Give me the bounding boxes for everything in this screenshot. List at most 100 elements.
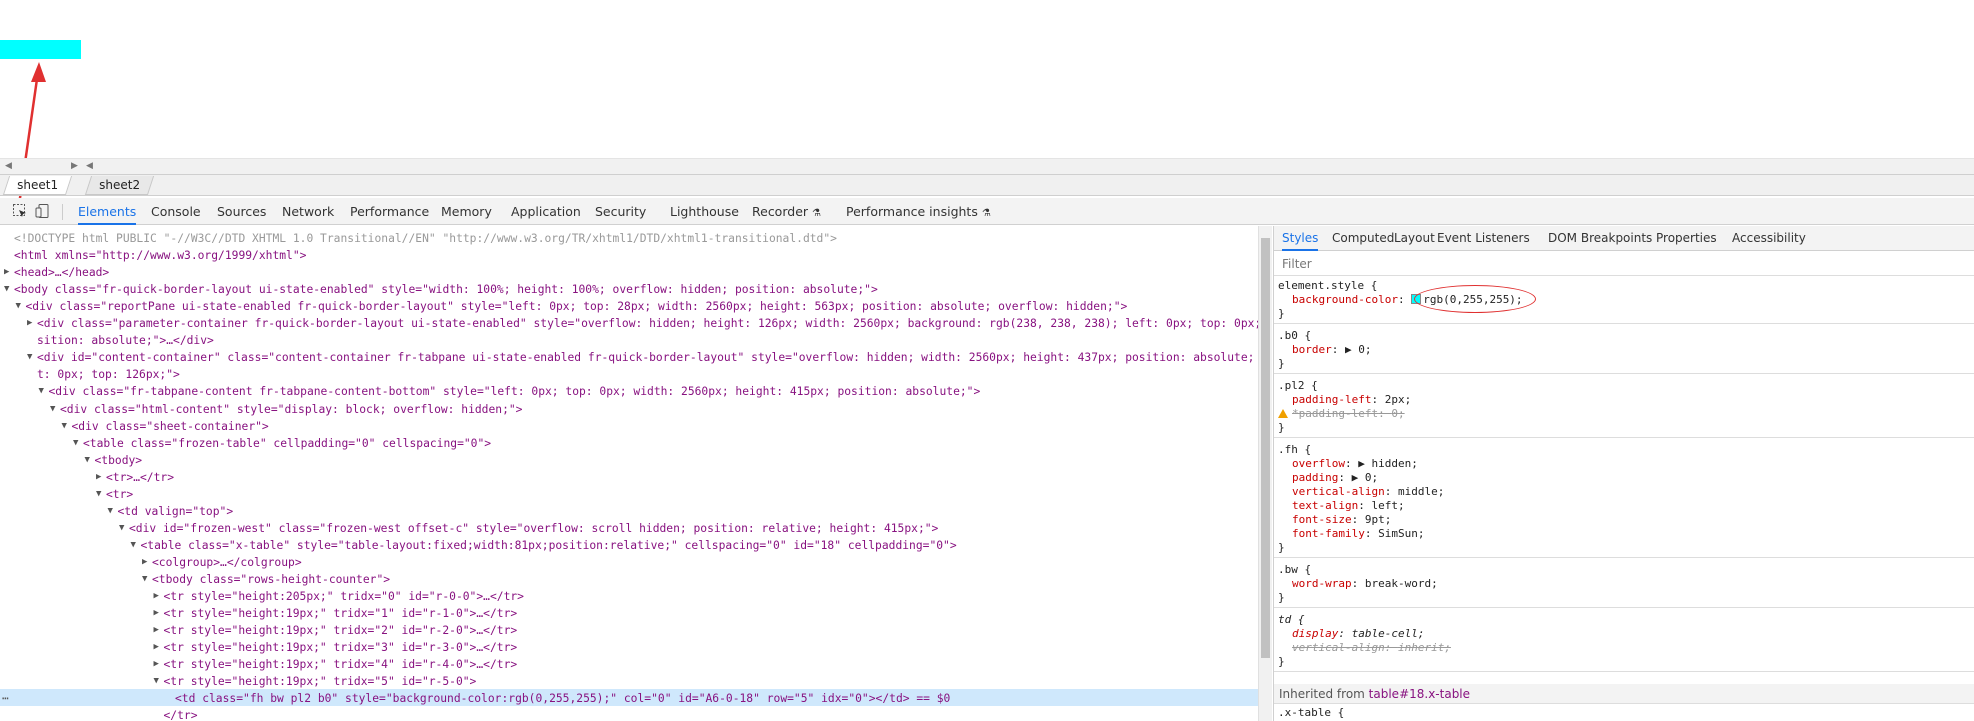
elements-scrollbar[interactable] xyxy=(1258,226,1272,721)
property-name[interactable]: background-color xyxy=(1292,293,1398,306)
property-name[interactable]: word-wrap xyxy=(1292,577,1352,590)
rule-selector[interactable]: .b0 { xyxy=(1274,329,1974,343)
styles-filter-input[interactable]: Filter xyxy=(1274,252,1974,276)
collapse-triangle-icon[interactable]: ▼ xyxy=(27,349,32,366)
dom-node[interactable]: ▼ <div class="fr-tabpane-content fr-tabpa… xyxy=(39,383,981,400)
property-name[interactable]: padding xyxy=(1292,471,1338,484)
css-declaration[interactable]: vertical-align: inherit; xyxy=(1274,641,1974,655)
css-declaration[interactable]: font-family: SimSun; xyxy=(1274,527,1974,541)
dom-node[interactable]: ▶ <div class="parameter-container fr-quic… xyxy=(27,315,1258,332)
dom-node[interactable]: ▼ <div class="reportPane ui-state-enabled… xyxy=(16,298,1128,315)
inherited-target[interactable]: table#18.x-table xyxy=(1369,687,1470,701)
scroll-left-icon[interactable]: ◀ xyxy=(5,159,12,173)
collapse-triangle-icon[interactable]: ▼ xyxy=(119,520,124,537)
dom-node[interactable]: ▼ <div id="frozen-west" class="frozen-wes… xyxy=(119,520,938,537)
dom-node[interactable]: ▶ <colgroup>…</colgroup> xyxy=(142,554,302,571)
dom-node[interactable]: ▶ <tr style="height:19px;" tridx="4" id="… xyxy=(154,656,518,673)
css-declaration[interactable]: display: table-cell; xyxy=(1274,627,1974,641)
property-name[interactable]: display xyxy=(1292,627,1338,640)
horizontal-scrollbar[interactable]: ◀ ▶ ◀ xyxy=(0,158,1974,174)
css-declaration[interactable]: word-wrap: break-word; xyxy=(1274,577,1974,591)
property-value[interactable]: table-cell; xyxy=(1352,627,1425,640)
scroll-right-icon[interactable]: ▶ xyxy=(71,159,78,173)
css-declaration[interactable]: vertical-align: middle; xyxy=(1274,485,1974,499)
rule-selector[interactable]: .pl2 { xyxy=(1274,379,1974,393)
dom-node[interactable]: ▼ <td valign="top"> xyxy=(108,503,234,520)
property-name[interactable]: *padding-left xyxy=(1292,407,1378,420)
expand-triangle-icon[interactable]: ▶ xyxy=(154,656,159,673)
expand-triangle-icon[interactable]: ▶ xyxy=(27,315,32,332)
dom-node[interactable]: ▶ <tr style="height:19px;" tridx="3" id="… xyxy=(154,639,518,656)
css-declaration[interactable]: padding-left: 2px; xyxy=(1274,393,1974,407)
css-declaration[interactable]: text-align: left; xyxy=(1274,499,1974,513)
collapse-triangle-icon[interactable]: ▼ xyxy=(62,418,67,435)
css-declaration[interactable]: padding: ▶ 0; xyxy=(1274,471,1974,485)
styles-tab-accessibility[interactable]: Accessibility xyxy=(1732,226,1806,251)
dom-node[interactable]: ▼ <tr> xyxy=(96,486,133,503)
collapse-triangle-icon[interactable]: ▼ xyxy=(85,452,90,469)
tab-security[interactable]: Security xyxy=(595,198,646,225)
dom-node[interactable]: </tr> xyxy=(164,707,198,721)
rule-selector[interactable]: .bw { xyxy=(1274,563,1974,577)
dom-node[interactable]: ▼ <div class="sheet-container"> xyxy=(62,418,269,435)
collapse-triangle-icon[interactable]: ▼ xyxy=(96,486,101,503)
dom-node[interactable]: <!DOCTYPE html PUBLIC "-//W3C//DTD XHTML… xyxy=(14,230,837,247)
tab-memory[interactable]: Memory xyxy=(441,198,492,225)
property-value[interactable]: ▶ 0; xyxy=(1345,343,1372,356)
dom-node[interactable]: ▼ <div id="content-container" class="cont… xyxy=(27,349,1258,366)
tab-console[interactable]: Console xyxy=(151,198,201,225)
tab-sources[interactable]: Sources xyxy=(217,198,266,225)
property-value[interactable]: ▶ hidden; xyxy=(1358,457,1418,470)
styles-tab-styles[interactable]: Styles xyxy=(1282,226,1319,251)
collapse-triangle-icon[interactable]: ▼ xyxy=(108,503,113,520)
styles-tab-dom-breakpoints[interactable]: DOM Breakpoints xyxy=(1548,226,1652,251)
tab-performance[interactable]: Performance xyxy=(350,198,429,225)
tab-application[interactable]: Application xyxy=(511,198,581,225)
rule-selector[interactable]: td { xyxy=(1274,613,1974,627)
collapse-triangle-icon[interactable]: ▼ xyxy=(50,401,55,418)
css-declaration[interactable]: border: ▶ 0; xyxy=(1274,343,1974,357)
css-declaration[interactable]: overflow: ▶ hidden; xyxy=(1274,457,1974,471)
expand-triangle-icon[interactable]: ▶ xyxy=(4,264,9,281)
dom-node[interactable]: ▶ <tr>…</tr> xyxy=(96,469,174,486)
property-name[interactable]: vertical-align xyxy=(1292,641,1385,654)
collapse-triangle-icon[interactable]: ▼ xyxy=(142,571,147,588)
property-value[interactable]: break-word; xyxy=(1365,577,1438,590)
collapse-triangle-icon[interactable]: ▼ xyxy=(16,298,21,315)
dom-node[interactable]: ▼ <tbody> xyxy=(85,452,143,469)
styles-tab-event-listeners[interactable]: Event Listeners xyxy=(1437,226,1530,251)
expand-triangle-icon[interactable]: ▶ xyxy=(154,588,159,605)
tab-sheet1[interactable]: sheet1 xyxy=(2,176,73,195)
dom-node[interactable]: ▼ <table class="frozen-table" cellpadding… xyxy=(73,435,491,452)
dom-node[interactable]: ▶ <head>…</head> xyxy=(4,264,109,281)
styles-tab-properties[interactable]: Properties xyxy=(1656,226,1717,251)
dom-node[interactable]: t: 0px; top: 126px;"> xyxy=(37,366,180,383)
styles-tab-layout[interactable]: Layout xyxy=(1394,226,1435,251)
tab-lighthouse[interactable]: Lighthouse xyxy=(670,198,739,225)
property-value[interactable]: 2px; xyxy=(1385,393,1412,406)
dom-node-selected[interactable]: <td class="fh bw pl2 b0" style="backgrou… xyxy=(175,690,950,707)
css-declaration[interactable]: font-size: 9pt; xyxy=(1274,513,1974,527)
css-declaration[interactable]: background-color: rgb(0,255,255); xyxy=(1274,293,1974,307)
dom-node[interactable]: ▼ <table class="x-table" style="table-lay… xyxy=(131,537,957,554)
property-name[interactable]: padding-left xyxy=(1292,393,1371,406)
property-name[interactable]: font-family xyxy=(1292,527,1365,540)
tab-performance-insights[interactable]: Performance insights ⚗ xyxy=(846,198,991,225)
dom-node[interactable]: sition: absolute;">…</div> xyxy=(37,332,214,349)
dom-node[interactable]: ▶ <tr style="height:19px;" tridx="1" id="… xyxy=(154,605,518,622)
styles-tab-computed[interactable]: Computed xyxy=(1332,226,1394,251)
tab-network[interactable]: Network xyxy=(282,198,334,225)
property-value[interactable]: inherit; xyxy=(1398,641,1451,654)
dom-node[interactable]: ▶ <tr style="height:205px;" tridx="0" id=… xyxy=(154,588,524,605)
tab-recorder[interactable]: Recorder ⚗ xyxy=(752,198,821,225)
property-name[interactable]: vertical-align xyxy=(1292,485,1385,498)
tab-elements[interactable]: Elements xyxy=(78,198,137,225)
property-value[interactable]: 0; xyxy=(1391,407,1404,420)
property-value[interactable]: 9pt; xyxy=(1365,513,1392,526)
scrollbar-thumb[interactable] xyxy=(1261,238,1270,658)
property-value[interactable]: ▶ 0; xyxy=(1352,471,1379,484)
dom-node[interactable]: <html xmlns="http://www.w3.org/1999/xhtm… xyxy=(14,247,306,264)
device-toolbar-icon[interactable] xyxy=(35,203,51,219)
property-value[interactable]: SimSun; xyxy=(1378,527,1424,540)
inspect-element-icon[interactable] xyxy=(12,203,28,219)
